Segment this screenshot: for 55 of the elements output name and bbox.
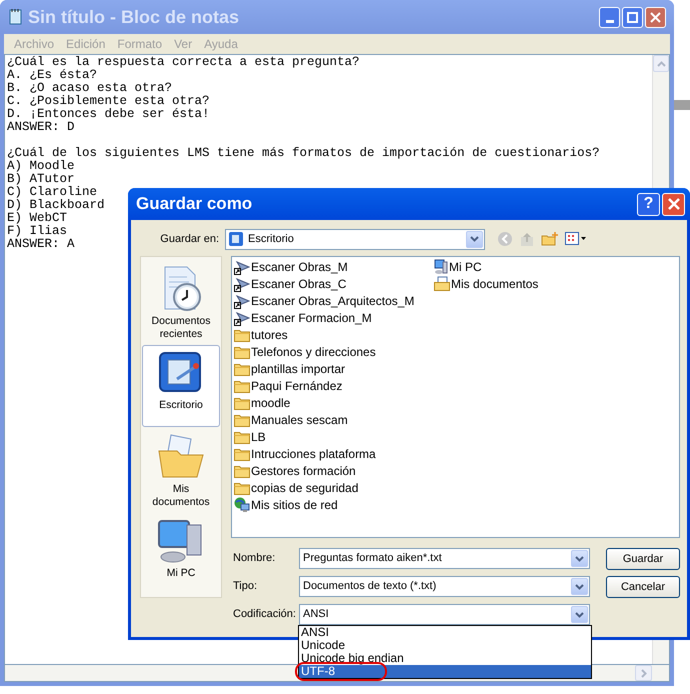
text-line: ¿Cuál es la respuesta correcta a esta pregunta? [7,56,360,69]
text-line: D. ¡Entonces debe ser ésta! [7,108,210,121]
dialog-title: Guardar como [136,193,252,216]
help-button[interactable]: ? [637,192,660,216]
text-line: A. ¿Es ésta? [7,69,98,82]
file-item[interactable]: Escaner Obras_M [234,258,434,275]
text-line: B. ¿O acaso esta otra? [7,82,172,95]
text-line: ANSWER: D [7,121,75,134]
text-line: C. ¿Posiblemente esta otra? [7,95,210,108]
file-item[interactable]: moodle [234,394,434,411]
window-title: Sin título - Bloc de notas [28,6,239,28]
save-in-dropdown[interactable]: Escritorio [225,228,485,250]
combo-field[interactable]: Preguntas formato aiken*.txt [299,548,590,569]
file-item[interactable]: Intrucciones plataforma [234,445,434,462]
encoding-option[interactable]: ANSI [299,626,591,639]
file-item[interactable]: Paqui Fernández [234,377,434,394]
place-label: Mis documentos [151,483,211,509]
file-item[interactable]: Mis sitios de red [234,496,434,513]
file-item[interactable]: LB [234,428,434,445]
dialog-button[interactable]: Cancelar [606,576,680,598]
file-item[interactable]: plantillas importar [234,360,434,377]
combo-field[interactable]: ANSI [299,604,590,625]
text-line: ANSWER: A [7,238,75,251]
file-item[interactable]: Mi PC [434,258,634,275]
place-item[interactable]: Mis documentos [142,429,220,511]
field-label: Codificación: [232,607,297,622]
file-item[interactable]: Manuales sescam [234,411,434,428]
text-line: A) Moodle [7,160,75,173]
file-item[interactable]: Escaner Obras_C [234,275,434,292]
file-item[interactable]: copias de seguridad [234,479,434,496]
encoding-option[interactable]: Unicode [299,639,591,652]
file-item[interactable]: Gestores formación [234,462,434,479]
text-line: E) WebCT [7,212,68,225]
place-label: Documentos recientes [150,315,212,341]
text-line: C) Claroline [7,186,98,199]
file-item[interactable]: Telefonos y direcciones [234,343,434,360]
field-label: Tipo: [232,579,258,594]
text-line: D) Blackboard [7,199,105,212]
field-label: Guardar en: [159,232,220,247]
place-label: Mi PC [166,567,196,580]
place-item[interactable]: Documentos recientes [142,261,220,343]
combo-field[interactable]: Documentos de texto (*.txt) [299,576,590,597]
text-line: ¿Cuál de los siguientes LMS tiene más formatos de importación de cuestionarios? [7,147,600,160]
place-label: Escritorio [159,399,203,412]
encoding-option[interactable]: UTF-8 [299,665,591,678]
field-label: Nombre: [232,551,276,566]
file-item[interactable]: Escaner Formacion_M [234,309,434,326]
file-item[interactable]: Mis documentos [434,275,634,292]
place-item[interactable]: Escritorio [142,345,220,427]
dialog-button[interactable]: Guardar [606,548,680,570]
file-item[interactable]: tutores [234,326,434,343]
place-item[interactable]: Mi PC [142,513,220,595]
text-line: B) ATutor [7,173,75,186]
file-item[interactable]: Escaner Obras_Arquitectos_M [234,292,434,309]
text-line: F) Ilias [7,225,68,238]
